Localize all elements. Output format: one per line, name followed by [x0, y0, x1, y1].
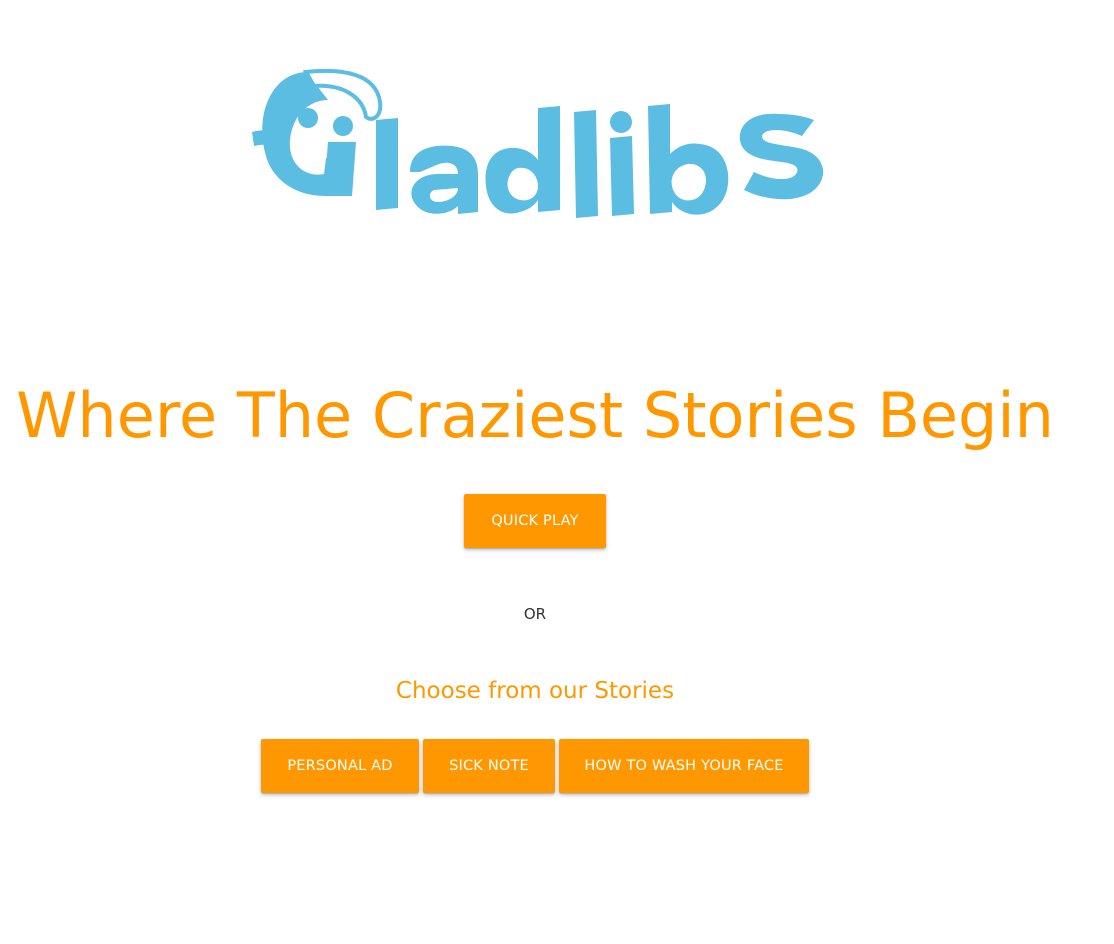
- quick-play-button[interactable]: QUICK PLAY: [464, 494, 606, 548]
- logo-image: [252, 68, 824, 218]
- page-headline: Where The Craziest Stories Begin: [16, 379, 1054, 452]
- story-personal-ad-button[interactable]: PERSONAL AD: [261, 739, 419, 793]
- story-sick-note-button[interactable]: SICK NOTE: [423, 739, 555, 793]
- gladlibs-logo: [248, 62, 828, 232]
- page: Where The Craziest Stories Begin QUICK P…: [0, 0, 1114, 944]
- or-separator: OR: [523, 605, 547, 623]
- story-how-to-wash-your-face-button[interactable]: HOW TO WASH YOUR FACE: [559, 739, 809, 793]
- stories-heading: Choose from our Stories: [395, 678, 675, 704]
